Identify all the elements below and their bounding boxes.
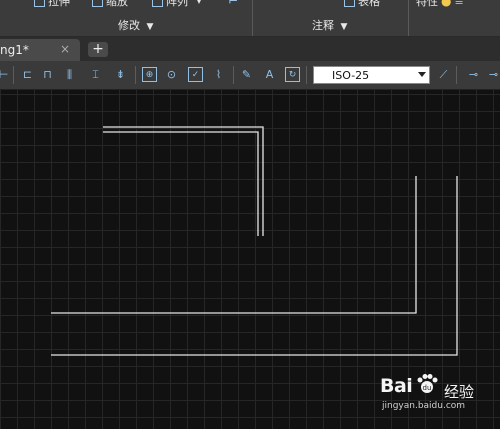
- toolbar-divider: [456, 66, 457, 84]
- stretch-label: 拉伸: [48, 0, 70, 8]
- linear-dim-icon[interactable]: ⊢: [0, 67, 11, 82]
- svg-text:du: du: [423, 384, 432, 392]
- properties-button[interactable]: 特性 ● ≡: [416, 0, 464, 8]
- dim-update-icon[interactable]: ↻: [285, 67, 300, 82]
- properties-extra-icon: ≡: [454, 0, 464, 8]
- properties-label: 特性: [416, 0, 438, 8]
- modify-extra-icon[interactable]: ⌐: [228, 0, 238, 8]
- ribbon-divider: [252, 0, 253, 36]
- table-icon: [344, 0, 355, 7]
- continue-dim-icon[interactable]: ⫼: [62, 67, 77, 82]
- array-button[interactable]: 阵列 ▾: [152, 0, 201, 8]
- new-tab-button[interactable]: +: [88, 42, 108, 57]
- dim-space-icon[interactable]: ⇟: [113, 67, 128, 82]
- annotate-panel-label[interactable]: 注释 ▼: [312, 17, 347, 33]
- modify-panel-text: 修改: [118, 19, 140, 32]
- plus-icon: +: [92, 41, 104, 57]
- close-icon[interactable]: ×: [60, 42, 70, 56]
- dim-style-icon[interactable]: ⟋: [436, 67, 451, 82]
- stretch-icon: [34, 0, 45, 7]
- modify-panel-arrow-icon: ▼: [146, 22, 154, 32]
- modify-panel-label[interactable]: 修改 ▼: [118, 17, 153, 33]
- toolbar-divider: [135, 66, 136, 84]
- aligned-dim-icon[interactable]: ⊏: [20, 67, 35, 82]
- jogged-linear-icon[interactable]: ⌇: [211, 67, 226, 82]
- toolbar-divider: [233, 66, 234, 84]
- document-tab-bar: ng1* ×: [0, 37, 500, 61]
- document-tab[interactable]: ng1* ×: [0, 39, 80, 61]
- ribbon: 拉伸 缩放 阵列 ▾ ⌐ 修改 ▼ 表格 注释 ▼ 特性 ● ≡: [0, 0, 500, 37]
- paw-logo-icon: du: [417, 374, 438, 393]
- lightbulb-icon: ●: [441, 0, 452, 8]
- scale-icon: [92, 0, 103, 7]
- leader-icon[interactable]: ⊸: [466, 67, 481, 82]
- dimension-style-select[interactable]: ISO-25: [313, 66, 430, 84]
- toolbar-divider: [306, 66, 307, 84]
- scale-label: 缩放: [106, 0, 128, 8]
- multileader-icon[interactable]: ⊸: [486, 67, 500, 82]
- baseline-dim-icon[interactable]: ⊓: [40, 67, 55, 82]
- stretch-button[interactable]: 拉伸: [34, 0, 70, 8]
- annotate-panel-text: 注释: [312, 19, 334, 32]
- ribbon-divider: [408, 0, 409, 36]
- tolerance-icon[interactable]: ⊕: [142, 67, 157, 82]
- array-icon: [152, 0, 163, 7]
- table-button[interactable]: 表格: [344, 0, 380, 8]
- center-mark-icon[interactable]: ⊙: [164, 67, 179, 82]
- inspect-icon[interactable]: ✓: [188, 67, 203, 82]
- table-label: 表格: [358, 0, 380, 8]
- dim-edit-icon[interactable]: ✎: [239, 67, 254, 82]
- watermark-brand: Bai: [380, 375, 413, 397]
- document-tab-title: ng1*: [0, 43, 29, 57]
- ordinate-dim-icon[interactable]: ⌶: [88, 67, 103, 82]
- dim-text-edit-icon[interactable]: A: [262, 67, 277, 82]
- array-dropdown-icon[interactable]: ▾: [197, 0, 201, 6]
- scale-button[interactable]: 缩放: [92, 0, 128, 8]
- array-label: 阵列: [166, 0, 188, 8]
- annotate-panel-arrow-icon: ▼: [340, 22, 348, 32]
- chevron-down-icon[interactable]: [418, 72, 426, 77]
- dimension-style-value: ISO-25: [332, 69, 370, 82]
- baidu-watermark: Bai du 经验 jingyan.baidu.com: [368, 374, 498, 427]
- watermark-suffix: 经验: [444, 383, 475, 401]
- toolbar-divider: [13, 66, 14, 84]
- watermark-url: jingyan.baidu.com: [382, 401, 466, 411]
